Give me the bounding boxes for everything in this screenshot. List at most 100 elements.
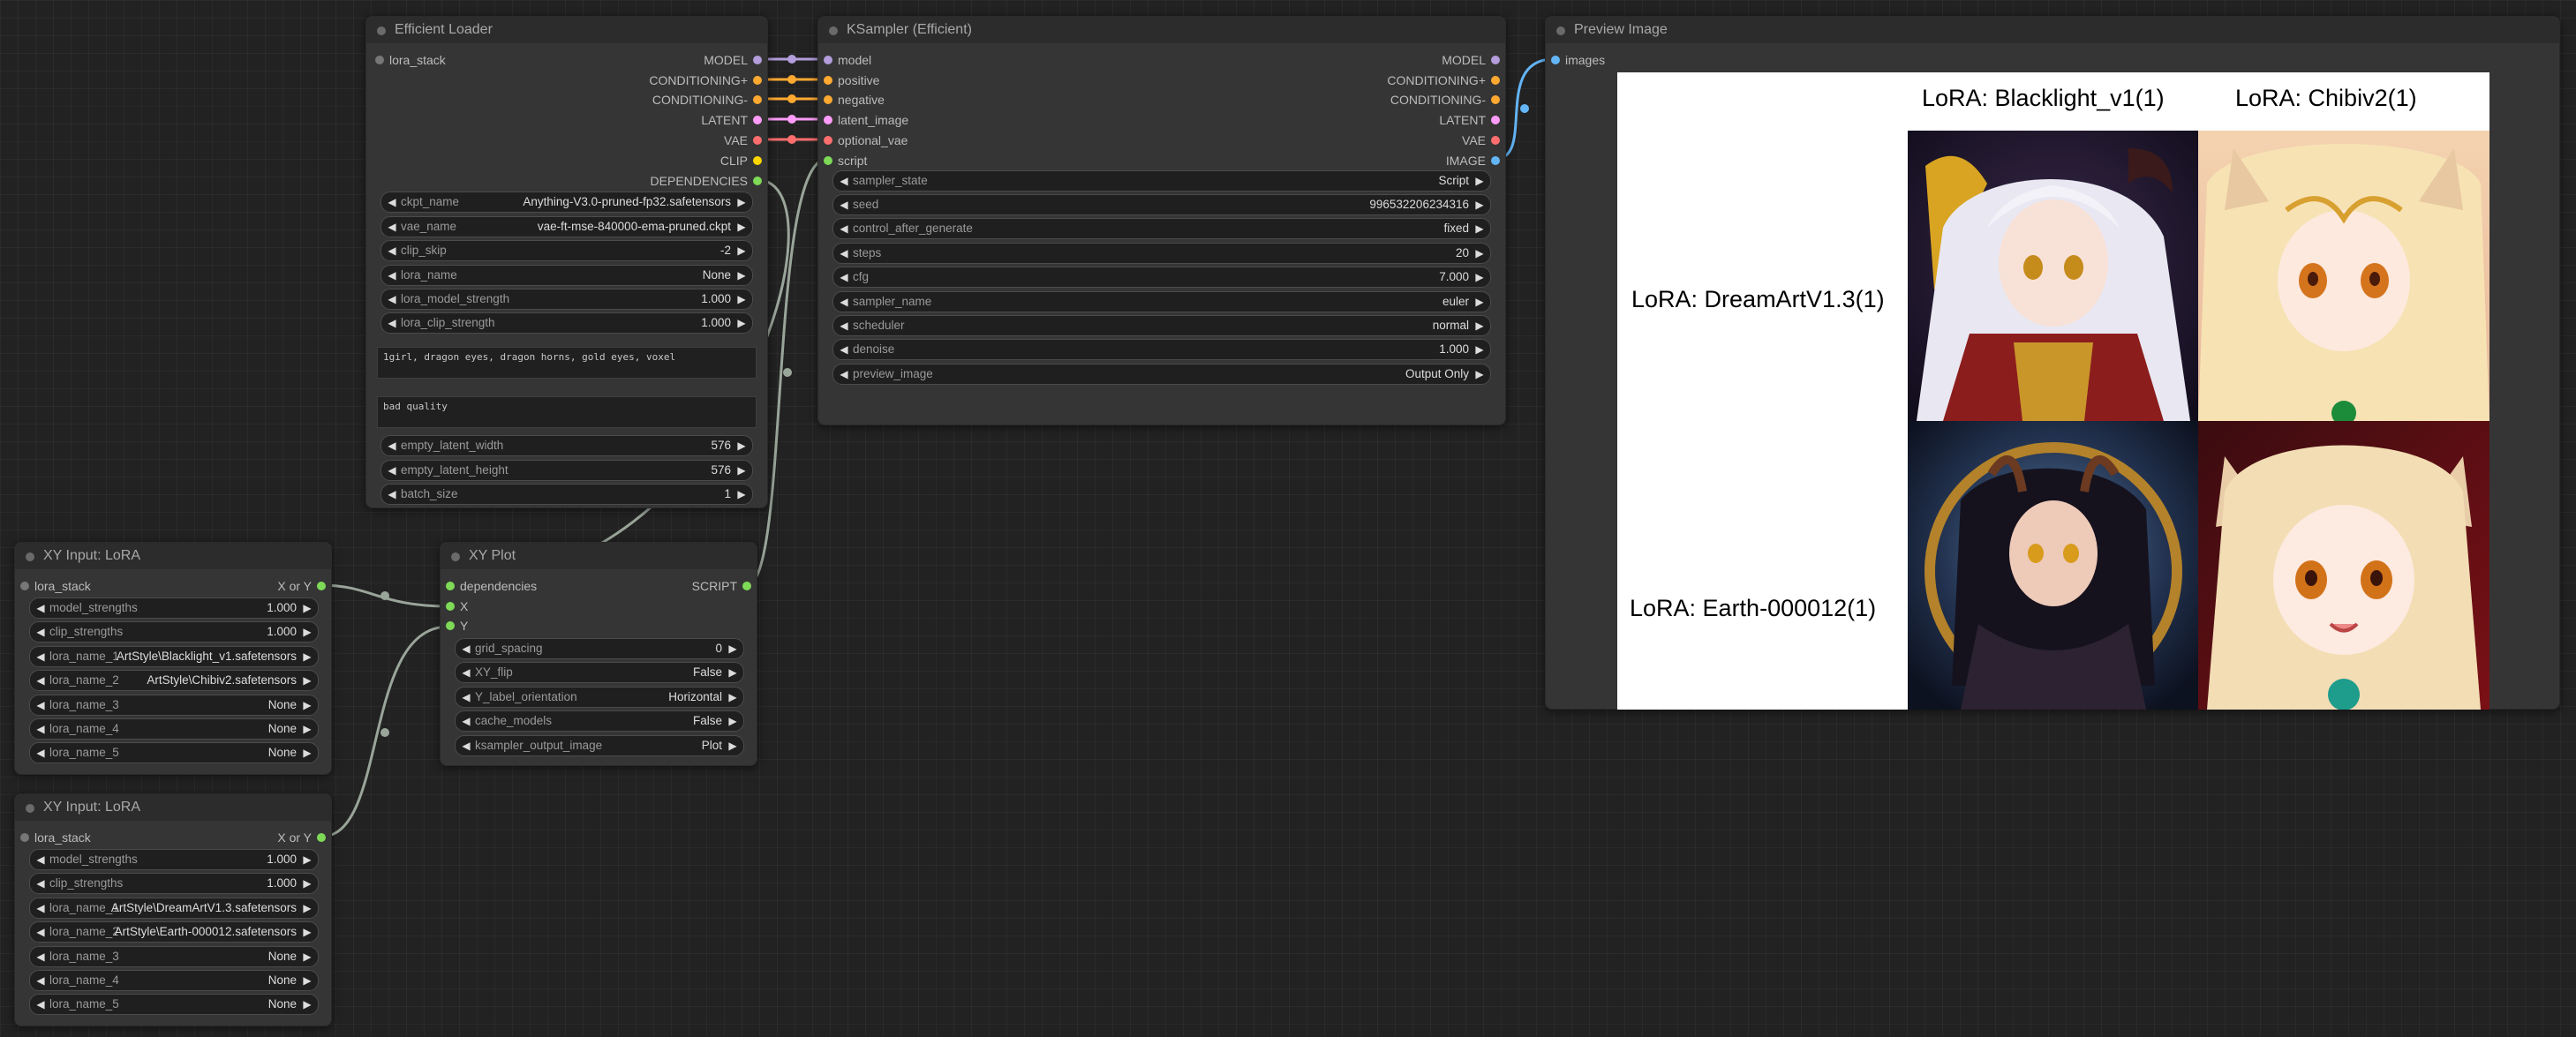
arrow-right-icon[interactable]: ▶ xyxy=(734,461,749,480)
arrow-right-icon[interactable]: ▶ xyxy=(734,192,749,212)
arrow-right-icon[interactable]: ▶ xyxy=(1472,244,1488,263)
widget-control-after-generate[interactable]: ◀ control_after_generate fixed ▶ xyxy=(832,218,1491,239)
xy-input-lora-node-1[interactable]: XY Input: LoRA lora_stack X or Y ◀ model… xyxy=(14,542,332,775)
input-slot-negative[interactable]: negative xyxy=(824,91,885,109)
arrow-left-icon[interactable]: ◀ xyxy=(836,219,852,238)
input-dot-icon[interactable] xyxy=(1551,56,1560,64)
output-dot-icon[interactable] xyxy=(753,56,762,64)
output-slot-conditioning-pos[interactable]: CONDITIONING+ xyxy=(1387,71,1500,89)
node-title-bar[interactable]: XY Plot xyxy=(441,543,757,569)
widget-lora-name-4[interactable]: ◀ lora_name_4 None ▶ xyxy=(29,718,319,740)
arrow-left-icon[interactable]: ◀ xyxy=(384,436,400,455)
widget-empty-latent-height[interactable]: ◀ empty_latent_height 576 ▶ xyxy=(380,460,753,481)
widget-grid-spacing[interactable]: ◀ grid_spacing 0 ▶ xyxy=(455,638,744,659)
output-dot-icon[interactable] xyxy=(1491,116,1500,124)
output-dot-icon[interactable] xyxy=(742,582,751,590)
output-slot-conditioning-neg[interactable]: CONDITIONING- xyxy=(1390,91,1500,109)
input-dot-icon[interactable] xyxy=(824,76,832,85)
output-dot-icon[interactable] xyxy=(753,76,762,85)
input-dot-icon[interactable] xyxy=(824,56,832,64)
arrow-right-icon[interactable]: ▶ xyxy=(299,671,315,690)
arrow-left-icon[interactable]: ◀ xyxy=(836,244,852,263)
collapse-dot-icon[interactable] xyxy=(1556,26,1565,35)
input-dot-icon[interactable] xyxy=(375,56,384,64)
widget-lora-name-1[interactable]: ◀ lora_name_1 ArtStyle\DreamArtV1.3.safe… xyxy=(29,898,319,919)
widget-sampler-name[interactable]: ◀ sampler_name euler ▶ xyxy=(832,291,1491,312)
arrow-left-icon[interactable]: ◀ xyxy=(836,171,852,191)
xy-plot-preview[interactable]: LoRA: Blacklight_v1(1) LoRA: Chibiv2(1) … xyxy=(1617,72,2489,710)
widget-preview-image[interactable]: ◀ preview_image Output Only ▶ xyxy=(832,364,1491,385)
output-dot-icon[interactable] xyxy=(753,177,762,185)
arrow-left-icon[interactable]: ◀ xyxy=(836,364,852,384)
widget-empty-latent-width[interactable]: ◀ empty_latent_width 576 ▶ xyxy=(380,435,753,456)
output-dot-icon[interactable] xyxy=(753,116,762,124)
input-slot-model[interactable]: model xyxy=(824,51,871,69)
input-dot-icon[interactable] xyxy=(446,582,455,590)
xy-plot-node[interactable]: XY Plot dependencies X Y SCRIPT ◀ grid_s… xyxy=(440,542,757,766)
output-slot-clip[interactable]: CLIP xyxy=(720,152,762,169)
positive-prompt-textarea[interactable]: 1girl, dragon eyes, dragon horns, gold e… xyxy=(377,347,757,379)
arrow-right-icon[interactable]: ▶ xyxy=(299,922,315,942)
arrow-right-icon[interactable]: ▶ xyxy=(1472,364,1488,384)
arrow-right-icon[interactable]: ▶ xyxy=(725,711,741,731)
arrow-left-icon[interactable]: ◀ xyxy=(33,947,49,966)
arrow-right-icon[interactable]: ▶ xyxy=(734,217,749,237)
output-dot-icon[interactable] xyxy=(753,156,762,165)
input-slot-optional-vae[interactable]: optional_vae xyxy=(824,132,908,149)
input-slot-script[interactable]: script xyxy=(824,152,867,169)
arrow-right-icon[interactable]: ▶ xyxy=(1472,195,1488,214)
input-dot-icon[interactable] xyxy=(824,95,832,104)
collapse-dot-icon[interactable] xyxy=(26,804,34,813)
arrow-left-icon[interactable]: ◀ xyxy=(33,874,49,893)
arrow-right-icon[interactable]: ▶ xyxy=(734,313,749,333)
input-dot-icon[interactable] xyxy=(446,602,455,611)
widget-clip-strengths[interactable]: ◀ clip_strengths 1.000 ▶ xyxy=(29,621,319,642)
input-dot-icon[interactable] xyxy=(446,621,455,630)
efficient-loader-node[interactable]: Efficient Loader lora_stack MODEL CONDIT… xyxy=(365,16,768,508)
output-slot-conditioning-neg[interactable]: CONDITIONING- xyxy=(652,91,762,109)
arrow-left-icon[interactable]: ◀ xyxy=(33,622,49,642)
widget-lora-name[interactable]: ◀ lora_name None ▶ xyxy=(380,265,753,286)
node-title-bar[interactable]: KSampler (Efficient) xyxy=(818,17,1505,43)
input-slot-lora-stack[interactable]: lora_stack xyxy=(20,829,91,846)
arrow-left-icon[interactable]: ◀ xyxy=(384,289,400,309)
widget-steps[interactable]: ◀ steps 20 ▶ xyxy=(832,243,1491,264)
arrow-left-icon[interactable]: ◀ xyxy=(458,663,474,682)
arrow-right-icon[interactable]: ▶ xyxy=(299,850,315,869)
collapse-dot-icon[interactable] xyxy=(26,552,34,561)
widget-clip-strengths[interactable]: ◀ clip_strengths 1.000 ▶ xyxy=(29,873,319,894)
input-slot-dependencies[interactable]: dependencies xyxy=(446,577,537,595)
output-slot-model[interactable]: MODEL xyxy=(1442,51,1500,69)
generated-image-2[interactable] xyxy=(2198,131,2489,421)
arrow-right-icon[interactable]: ▶ xyxy=(299,898,315,918)
output-dot-icon[interactable] xyxy=(317,833,326,842)
output-slot-model[interactable]: MODEL xyxy=(704,51,762,69)
arrow-left-icon[interactable]: ◀ xyxy=(458,736,474,755)
widget-model-strengths[interactable]: ◀ model_strengths 1.000 ▶ xyxy=(29,597,319,619)
arrow-right-icon[interactable]: ▶ xyxy=(725,736,741,755)
widget-lora-name-5[interactable]: ◀ lora_name_5 None ▶ xyxy=(29,742,319,763)
arrow-right-icon[interactable]: ▶ xyxy=(299,695,315,715)
input-dot-icon[interactable] xyxy=(20,582,29,590)
widget-lora-name-4[interactable]: ◀ lora_name_4 None ▶ xyxy=(29,970,319,991)
output-dot-icon[interactable] xyxy=(1491,95,1500,104)
arrow-left-icon[interactable]: ◀ xyxy=(384,313,400,333)
arrow-right-icon[interactable]: ▶ xyxy=(725,639,741,658)
output-dot-icon[interactable] xyxy=(1491,136,1500,145)
arrow-left-icon[interactable]: ◀ xyxy=(384,461,400,480)
widget-xy-flip[interactable]: ◀ XY_flip False ▶ xyxy=(455,662,744,683)
arrow-right-icon[interactable]: ▶ xyxy=(1472,171,1488,191)
widget-cfg[interactable]: ◀ cfg 7.000 ▶ xyxy=(832,267,1491,288)
node-title-bar[interactable]: Preview Image xyxy=(1546,17,2559,43)
arrow-left-icon[interactable]: ◀ xyxy=(458,639,474,658)
arrow-right-icon[interactable]: ▶ xyxy=(1472,292,1488,312)
widget-y-label-orientation[interactable]: ◀ Y_label_orientation Horizontal ▶ xyxy=(455,687,744,708)
widget-lora-clip-strength[interactable]: ◀ lora_clip_strength 1.000 ▶ xyxy=(380,312,753,334)
input-slot-latent-image[interactable]: latent_image xyxy=(824,111,908,129)
arrow-left-icon[interactable]: ◀ xyxy=(458,688,474,707)
widget-lora-name-3[interactable]: ◀ lora_name_3 None ▶ xyxy=(29,695,319,716)
arrow-left-icon[interactable]: ◀ xyxy=(33,647,49,666)
arrow-left-icon[interactable]: ◀ xyxy=(33,671,49,690)
generated-image-1[interactable] xyxy=(1908,131,2198,421)
widget-clip-skip[interactable]: ◀ clip_skip -2 ▶ xyxy=(380,240,753,261)
